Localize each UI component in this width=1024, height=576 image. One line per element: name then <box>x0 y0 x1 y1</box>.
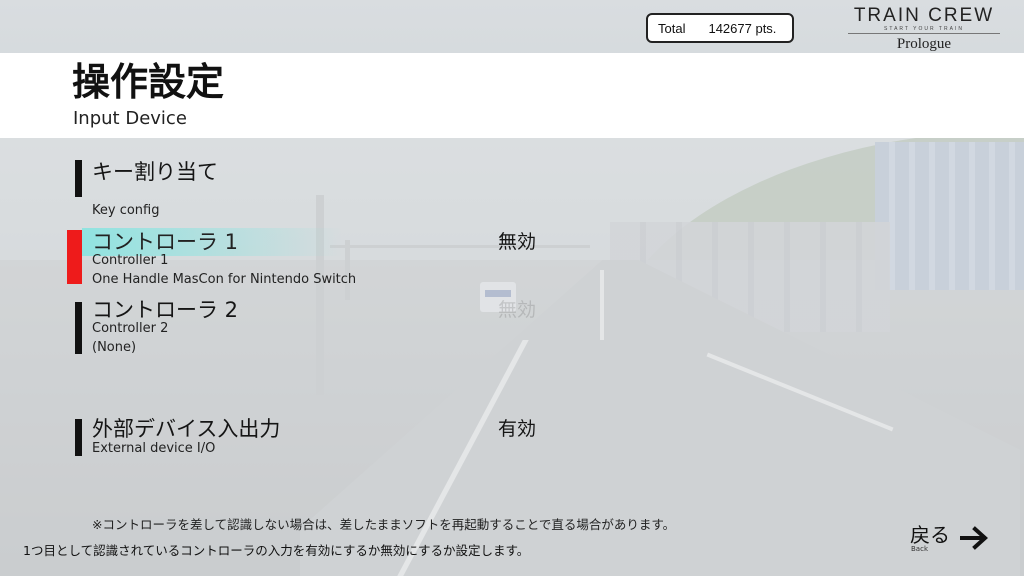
item-marker <box>75 419 82 456</box>
setting-name: キー割り当て <box>92 160 218 184</box>
settings-panel: キー割り当て Key config コントローラ 1 Controller 1 … <box>0 138 1024 576</box>
setting-value[interactable]: 無効 <box>498 229 536 255</box>
total-points-box: Total 142677 pts. <box>646 13 794 43</box>
game-logo: TRAIN CREW START YOUR TRAIN Prologue <box>848 5 1000 53</box>
setting-sub: External device I/O <box>92 441 216 456</box>
setting-key-config[interactable]: キー割り当て Key config <box>75 158 775 218</box>
selected-marker <box>67 230 82 284</box>
setting-device: (None) <box>92 340 137 355</box>
item-marker <box>75 160 82 197</box>
setting-sub: Controller 2 <box>92 321 169 336</box>
logo-edition: Prologue <box>896 36 952 52</box>
setting-external-device[interactable]: 外部デバイス入出力 External device I/O 有効 <box>75 415 775 459</box>
setting-value[interactable]: 有効 <box>498 416 536 442</box>
page-subtitle: Input Device <box>73 108 187 129</box>
item-marker <box>75 302 82 354</box>
back-button[interactable]: 戻る Back <box>910 522 992 556</box>
setting-controller-1[interactable]: コントローラ 1 Controller 1 One Handle MasCon … <box>67 228 775 287</box>
setting-name: 外部デバイス入出力 <box>92 417 281 441</box>
help-text: 1つ目として認識されているコントローラの入力を有効にするか無効にするか設定します… <box>23 543 530 558</box>
total-label: Total <box>658 20 686 36</box>
page-title: 操作設定 <box>72 60 225 104</box>
page-header: 操作設定 Input Device <box>0 53 1024 138</box>
total-value: 142677 pts. <box>708 20 777 36</box>
arrow-right-icon <box>960 526 990 554</box>
logo-title: TRAIN CREW <box>853 5 995 26</box>
back-sublabel: Back <box>911 545 928 553</box>
setting-controller-2[interactable]: コントローラ 2 Controller 2 (None) 無効 <box>75 296 775 356</box>
setting-sub: Controller 1 <box>92 253 169 268</box>
setting-sub: Key config <box>92 203 160 218</box>
setting-device: One Handle MasCon for Nintendo Switch <box>92 272 357 287</box>
setting-value: 無効 <box>498 299 537 321</box>
controller-note: ※コントローラを差して認識しない場合は、差したままソフトを再起動することで直る場… <box>92 517 676 532</box>
logo-divider <box>848 33 1000 34</box>
